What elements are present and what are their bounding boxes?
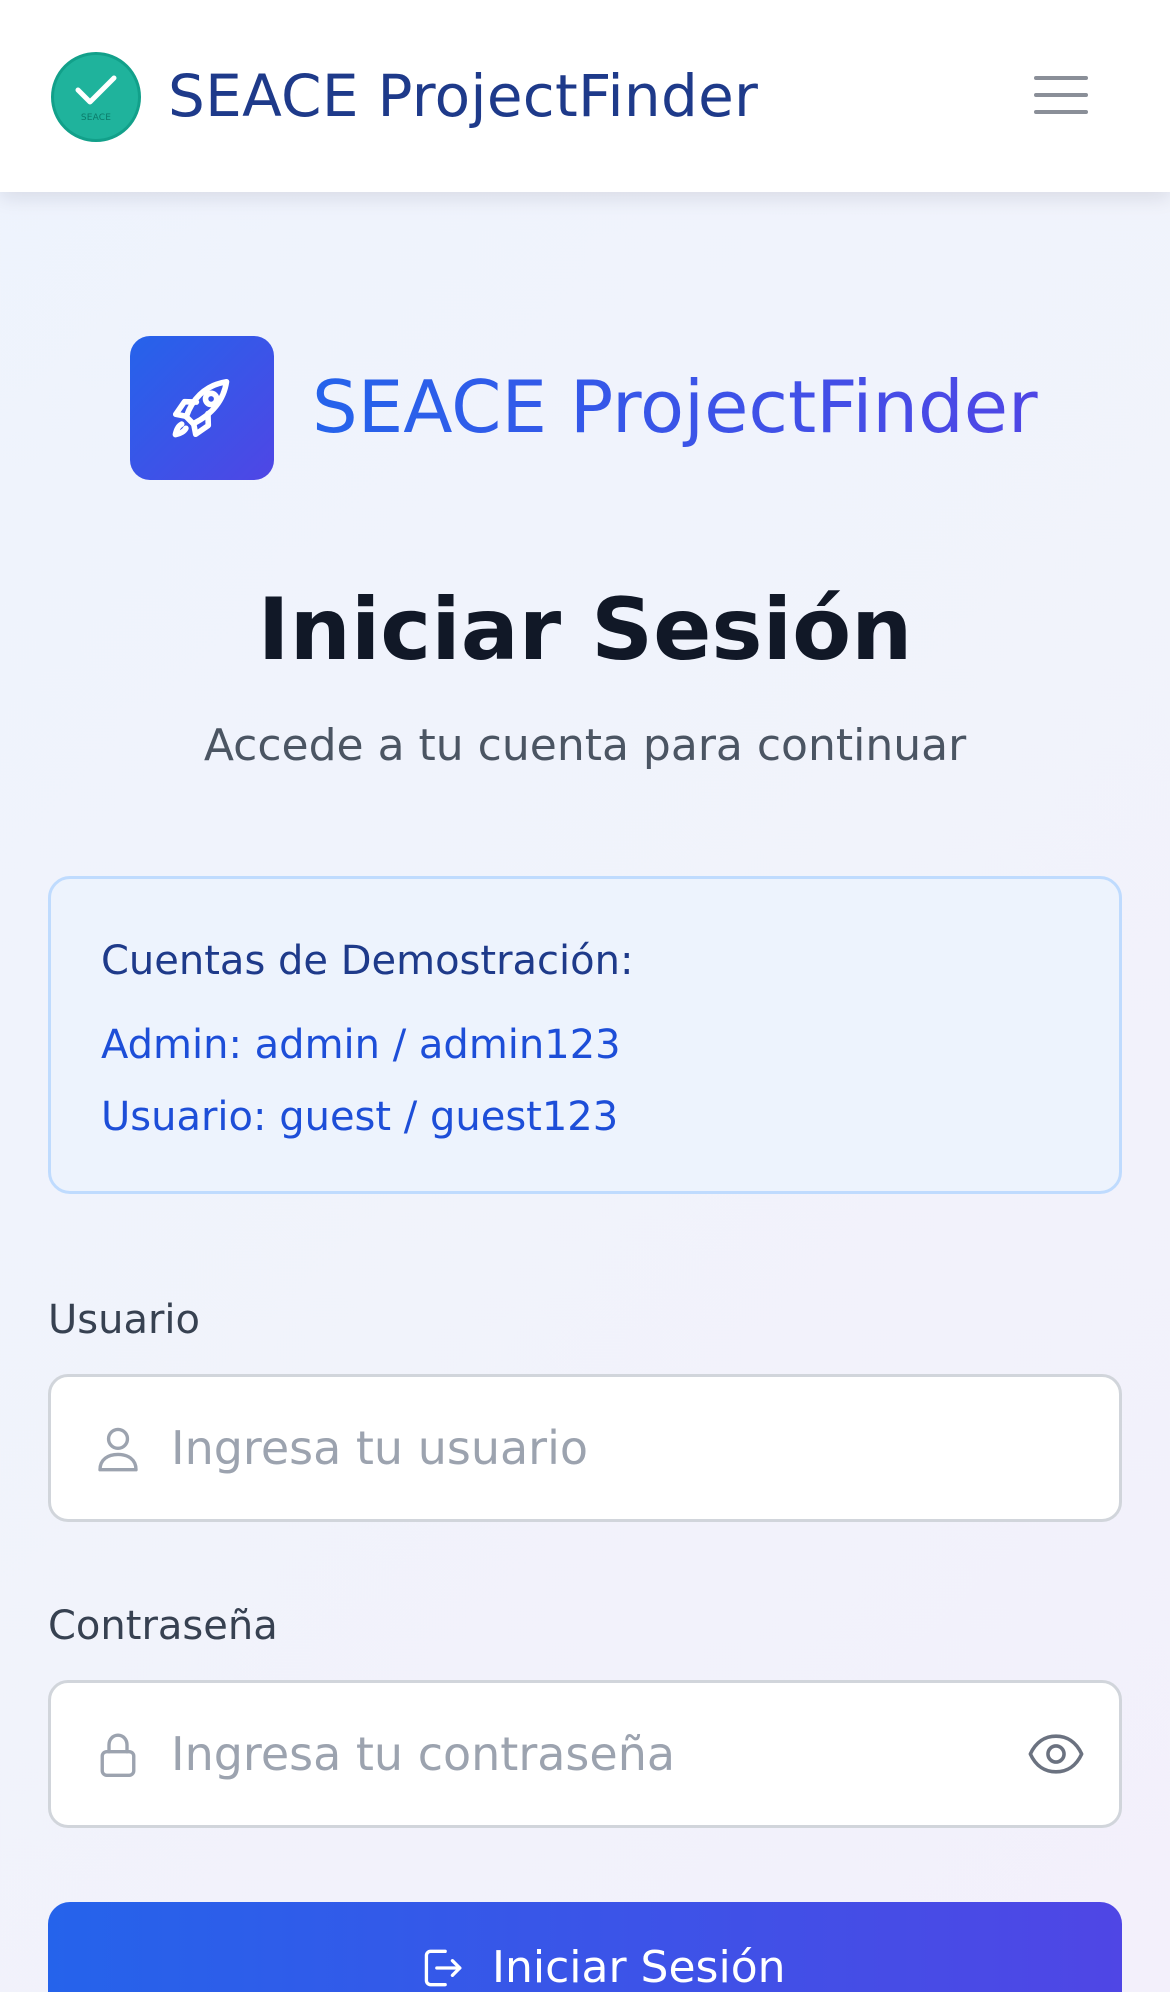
- password-label: Contraseña: [48, 1603, 278, 1649]
- username-field: [48, 1374, 1122, 1522]
- lock-icon: [100, 1733, 136, 1777]
- rocket-icon: [130, 336, 274, 480]
- login-button[interactable]: Iniciar Sesión: [48, 1902, 1122, 1992]
- login-button-label: Iniciar Sesión: [492, 1942, 786, 1992]
- demo-accounts-title: Cuentas de Demostración:: [101, 938, 634, 984]
- page-subtitle: Accede a tu cuenta para continuar: [203, 720, 967, 771]
- login-icon: [424, 1949, 462, 1987]
- password-input[interactable]: [171, 1683, 991, 1825]
- user-icon: [98, 1427, 138, 1472]
- page-title: Iniciar Sesión: [257, 580, 913, 680]
- seace-logo[interactable]: SEACE: [51, 52, 141, 142]
- username-input[interactable]: [171, 1377, 1051, 1519]
- logo-seal-text: SEACE: [80, 113, 112, 123]
- checkmark-icon: [75, 75, 117, 105]
- hamburger-menu-icon[interactable]: [1032, 72, 1090, 118]
- password-field: [48, 1680, 1122, 1828]
- app-title[interactable]: SEACE ProjectFinder: [168, 58, 758, 134]
- top-navbar: SEACE SEACE ProjectFinder: [0, 0, 1170, 192]
- eye-icon[interactable]: [1027, 1731, 1085, 1777]
- brand-name: SEACE ProjectFinder: [312, 362, 1038, 452]
- demo-account-guest: Usuario: guest / guest123: [101, 1094, 619, 1140]
- username-label: Usuario: [48, 1297, 201, 1343]
- demo-account-admin: Admin: admin / admin123: [101, 1022, 621, 1068]
- demo-accounts-box: Cuentas de Demostración: Admin: admin / …: [48, 876, 1122, 1194]
